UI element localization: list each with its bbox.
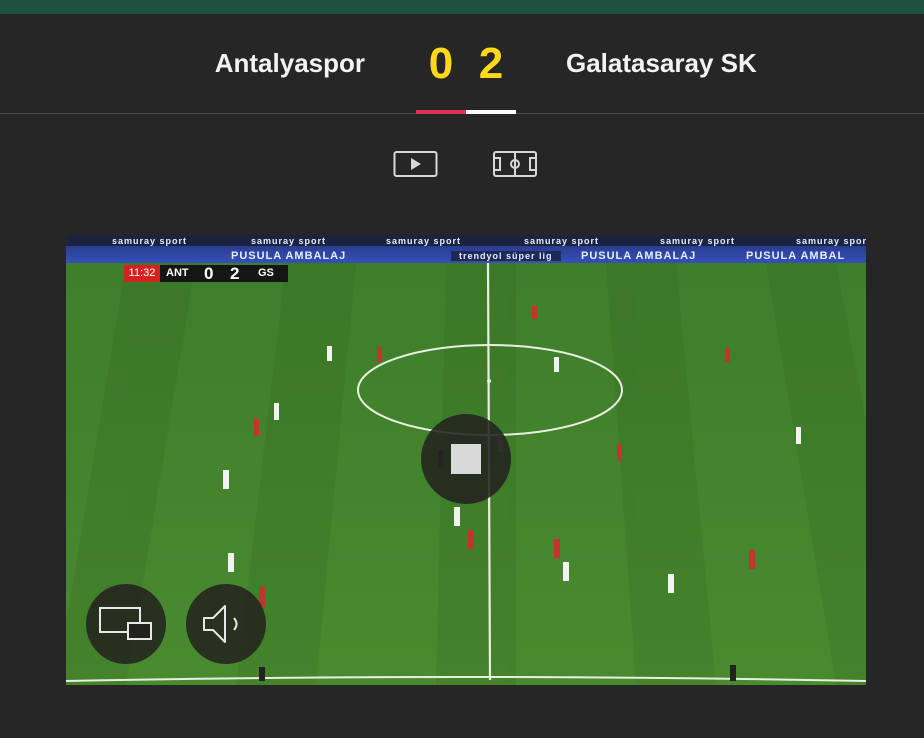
scorebug-home-abbr: ANT	[166, 267, 189, 279]
scorebug-panel: ANT 0 2 GS	[160, 264, 288, 283]
play-icon	[393, 151, 438, 177]
stop-button[interactable]	[421, 414, 511, 504]
broadcast-scorebug: 11:32 ANT 0 2 GS	[124, 264, 288, 283]
tab-pitch[interactable]	[492, 150, 538, 178]
top-strip	[0, 0, 924, 14]
video-player[interactable]: samuray sport samuray sport samuray spor…	[66, 235, 866, 685]
ad-boards: samuray sport samuray sport samuray spor…	[66, 235, 866, 263]
ad-top-3: samuray sport	[386, 236, 462, 246]
screen-switch-button[interactable]	[86, 584, 166, 664]
tab-video[interactable]	[393, 150, 439, 178]
pitch-icon	[493, 151, 537, 177]
ad-top-6: samuray sport	[796, 236, 866, 246]
screen-switch-icon	[99, 607, 152, 640]
scorebug-home-score: 0	[204, 264, 214, 283]
home-team-name: Antalyaspor	[214, 48, 365, 78]
ad-bottom-right: PUSULA AMBALAJ	[581, 250, 697, 262]
volume-icon	[203, 605, 238, 643]
ad-bottom-center: trendyol süper lig	[451, 251, 561, 261]
ad-bottom-left: PUSULA AMBALAJ	[231, 250, 347, 262]
match-header: Antalyaspor 0 2 Galatasaray SK	[0, 14, 924, 114]
scorebug-away-score: 2	[230, 264, 240, 283]
view-tabs	[0, 150, 924, 180]
scorebug-away-abbr: GS	[258, 267, 274, 279]
ad-top-5: samuray sport	[660, 236, 736, 246]
home-score: 0	[428, 39, 454, 88]
ad-top-1: samuray sport	[112, 236, 188, 246]
scorebug-time: 11:32	[124, 265, 160, 282]
away-score: 2	[478, 39, 504, 88]
away-team-name: Galatasaray SK	[566, 48, 757, 78]
home-team-color-bar	[416, 110, 466, 114]
volume-button[interactable]	[186, 584, 266, 664]
ad-top-4: samuray sport	[524, 236, 600, 246]
ad-bottom-far-right: PUSULA AMBAL	[746, 250, 846, 262]
stop-icon	[451, 444, 481, 474]
away-team-color-bar	[466, 110, 516, 114]
ad-top-2: samuray sport	[251, 236, 327, 246]
